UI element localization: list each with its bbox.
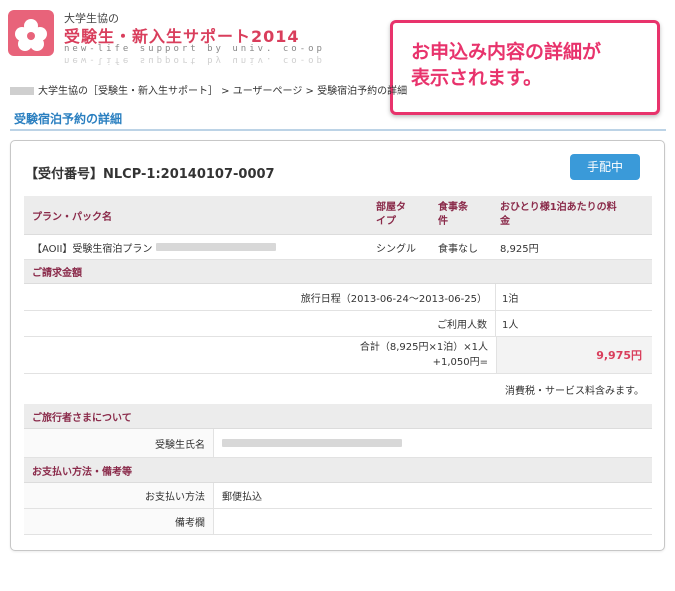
breadcrumb: 大学生協の［受験生・新入生サポート］ > ユーザーページ > 受験宿泊予約の詳細 bbox=[10, 82, 407, 97]
tax-note-row: 消費税・サービス料含みます。 bbox=[24, 374, 652, 404]
persons-value: 1人 bbox=[502, 320, 519, 331]
price-col-header-l1: おひとり様1泊あたりの料 bbox=[500, 202, 617, 213]
tax-note: 消費税・サービス料含みます。 bbox=[505, 385, 644, 397]
student-name-value bbox=[222, 429, 402, 457]
student-name-label: 受験生氏名 bbox=[24, 429, 214, 457]
brand-subtitle: new-life support by univ. co-op bbox=[64, 44, 325, 54]
total-label-l1: 合計（8,925円×1泊）×1人 bbox=[359, 342, 488, 353]
room-col-header-l2: イプ bbox=[376, 216, 396, 227]
plan-name: 【AOII】受験生宿泊プラン bbox=[32, 243, 153, 255]
payment-section-title: お支払い方法・備考等 bbox=[32, 466, 132, 478]
meal-col-header-l1: 食事条 bbox=[438, 202, 468, 213]
notes-row: 備考欄 bbox=[24, 509, 652, 535]
callout-line-2: 表示されます。 bbox=[411, 67, 543, 89]
total-row: 合計（8,925円×1泊）×1人 +1,050円= 9,975円 bbox=[24, 337, 652, 374]
receipt-number: 【受付番号】NLCP-1:20140107-0007 bbox=[25, 167, 275, 182]
price-col-header-l2: 金 bbox=[500, 216, 510, 227]
meal-col-header: 食事条 件 bbox=[438, 196, 468, 234]
meal-condition: 食事なし bbox=[438, 243, 478, 255]
redacted-text bbox=[10, 87, 34, 95]
payment-method-row: お支払い方法 郵便払込 bbox=[24, 483, 652, 509]
persons-label: ご利用人数 bbox=[24, 311, 496, 336]
notes-label: 備考欄 bbox=[24, 509, 214, 534]
brand-subtitle-reflection: new-life support by univ. co-op bbox=[64, 55, 325, 65]
meal-col-header-l2: 件 bbox=[438, 216, 448, 227]
travel-dates-row: 旅行日程（2013-06-24〜2013-06-25） 1泊 bbox=[24, 284, 652, 311]
traveler-section-header: ご旅行者さまについて bbox=[24, 404, 652, 429]
page-title: 受験宿泊予約の詳細 bbox=[14, 112, 123, 126]
callout-line-1: お申込み内容の詳細が bbox=[411, 41, 602, 63]
redacted-text bbox=[156, 243, 277, 251]
billing-section-title: ご請求金額 bbox=[32, 268, 82, 279]
total-label: 合計（8,925円×1泊）×1人 +1,050円= bbox=[24, 337, 496, 373]
plan-name-cell: 【AOII】受験生宿泊プラン bbox=[32, 235, 277, 259]
total-amount: 9,975円 bbox=[596, 349, 642, 362]
travel-dates-label: 旅行日程（2013-06-24〜2013-06-25） bbox=[24, 284, 496, 310]
room-type: シングル bbox=[376, 243, 416, 255]
title-divider bbox=[10, 129, 666, 131]
room-col-header: 部屋タ イプ bbox=[376, 196, 406, 234]
payment-method-label: お支払い方法 bbox=[24, 483, 214, 508]
annotation-callout: お申込み内容の詳細が 表示されます。 bbox=[390, 20, 660, 115]
nights-value: 1泊 bbox=[502, 293, 519, 305]
unit-price: 8,925円 bbox=[500, 243, 539, 255]
reservation-detail-panel: 【受付番号】NLCP-1:20140107-0007 手配中 プラン・パック名 … bbox=[10, 140, 665, 551]
persons-row: ご利用人数 1人 bbox=[24, 311, 652, 337]
status-button[interactable]: 手配中 bbox=[570, 154, 640, 180]
billing-section-header: ご請求金額 bbox=[24, 260, 652, 284]
table-row: 【AOII】受験生宿泊プラン シングル 食事なし 8,925円 bbox=[24, 235, 652, 260]
co-op-logo[interactable] bbox=[8, 10, 54, 56]
traveler-name-row: 受験生氏名 bbox=[24, 429, 652, 458]
breadcrumb-text[interactable]: 大学生協の［受験生・新入生サポート］ > ユーザーページ > 受験宿泊予約の詳細 bbox=[38, 86, 407, 97]
plan-col-header: プラン・パック名 bbox=[32, 211, 112, 223]
total-label-l2: +1,050円= bbox=[432, 357, 488, 368]
room-col-header-l1: 部屋タ bbox=[376, 202, 406, 213]
payment-method-value: 郵便払込 bbox=[222, 492, 262, 503]
payment-section-header: お支払い方法・備考等 bbox=[24, 458, 652, 483]
traveler-section-title: ご旅行者さまについて bbox=[32, 412, 132, 424]
price-col-header: おひとり様1泊あたりの料 金 bbox=[500, 196, 617, 234]
cherry-blossom-icon bbox=[15, 19, 47, 51]
plan-table-header: プラン・パック名 部屋タ イプ 食事条 件 おひとり様1泊あたりの料 金 bbox=[24, 196, 652, 235]
redacted-text bbox=[222, 439, 402, 447]
